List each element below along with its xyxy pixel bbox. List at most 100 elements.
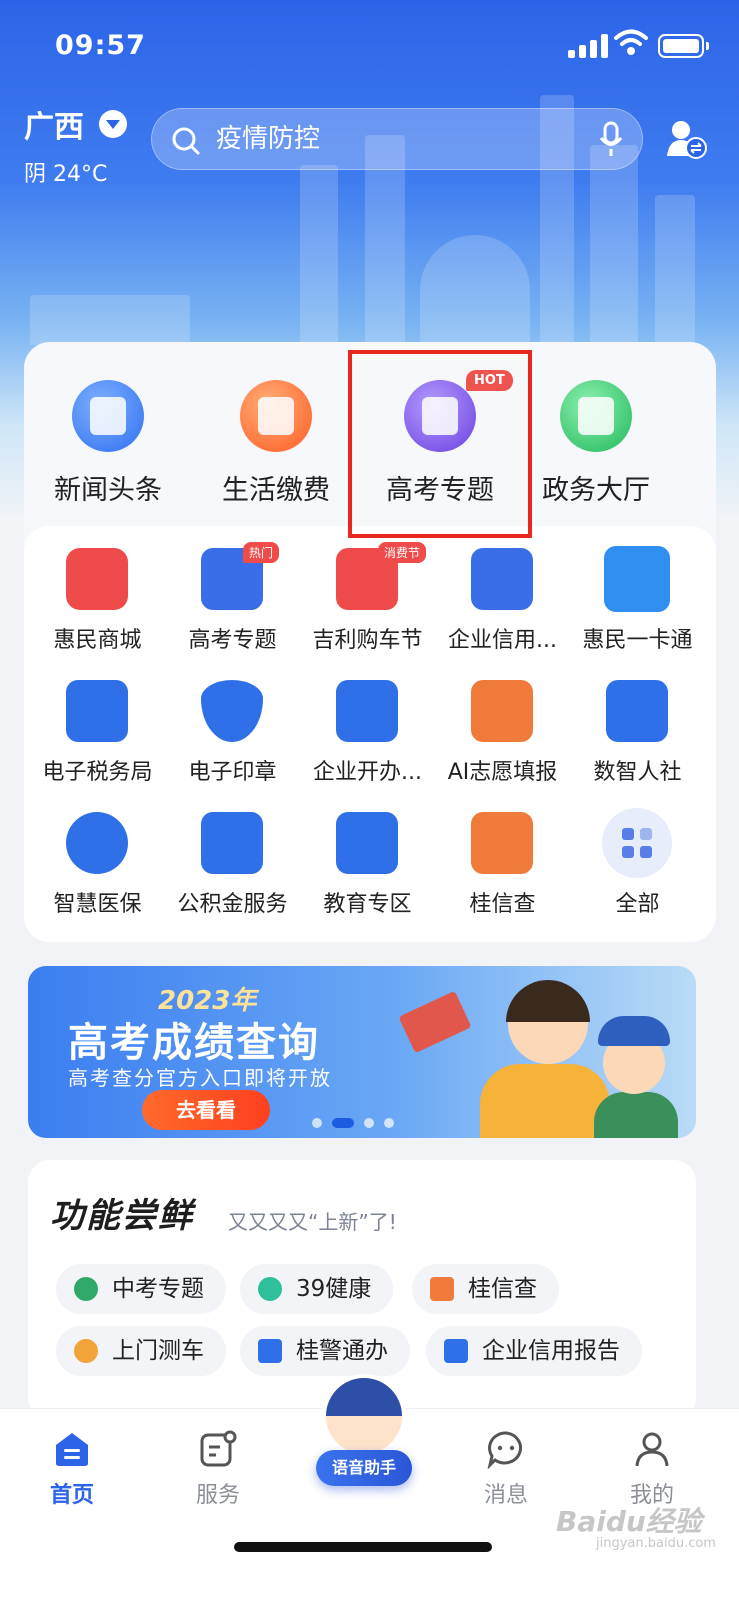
- zhongkao-icon: [74, 1277, 98, 1301]
- top-service-government[interactable]: 政务大厅: [516, 342, 676, 522]
- tab-label: 消息: [483, 1483, 528, 1508]
- education-cap-icon: [336, 812, 398, 874]
- credit-check-icon: [471, 812, 533, 874]
- assistant-avatar: [322, 1374, 406, 1458]
- grid-item-e-seal[interactable]: 电子印章: [165, 658, 300, 788]
- grid-item-housing-fund[interactable]: 公积金服务: [165, 790, 300, 920]
- grid-item-label: 电子印章: [188, 760, 277, 785]
- grid-item-label: 企业开办...: [313, 760, 422, 785]
- voice-assistant[interactable]: 语音助手: [314, 1374, 414, 1494]
- grid-item-label: 惠民一卡通: [582, 628, 693, 653]
- location-selector[interactable]: 广西 阴 24°C: [24, 102, 128, 188]
- car-test-icon: [74, 1339, 98, 1363]
- credit-report-icon: [444, 1339, 468, 1363]
- top-service-news[interactable]: 新闻头条: [28, 342, 188, 522]
- chip-label: 桂信查: [468, 1276, 537, 1302]
- grid-item-shuzhi-renshe[interactable]: 数智人社: [570, 658, 705, 788]
- grid-item-gaokao[interactable]: 热门 高考专题: [165, 526, 300, 656]
- watermark-brand: Baidu经验: [556, 1505, 702, 1538]
- grid-item-label: 惠民商城: [53, 628, 142, 653]
- bill-icon: [240, 380, 312, 452]
- book-illustration: [398, 990, 472, 1054]
- grid-item-huimin-card[interactable]: 惠民一卡通: [570, 526, 705, 656]
- status-time: 09:57: [55, 30, 146, 61]
- grid-item-label: 电子税务局: [42, 760, 153, 785]
- wheat-heart-icon: [604, 546, 670, 612]
- chip-car-test[interactable]: 上门测车: [56, 1326, 226, 1376]
- heart-hands-icon: [66, 812, 128, 874]
- news-icon: [72, 380, 144, 452]
- grid-item-enterprise-credit[interactable]: 企业信用...: [435, 526, 570, 656]
- search-input[interactable]: [216, 119, 576, 159]
- grid-item-e-tax[interactable]: 电子税务局: [30, 658, 165, 788]
- chip-label: 39健康: [296, 1276, 372, 1302]
- chip-label: 桂警通办: [296, 1338, 388, 1364]
- grid-item-guixincha[interactable]: 桂信查: [435, 790, 570, 920]
- message-icon: [487, 1431, 522, 1469]
- switch-user-icon[interactable]: [665, 118, 707, 160]
- guangxi-social-icon: [606, 680, 668, 742]
- grid-item-ai-volunteer[interactable]: AI志愿填报: [435, 658, 570, 788]
- grid-item-label: 智慧医保: [53, 892, 142, 917]
- chevron-down-icon: [99, 110, 128, 138]
- chip-guixincha[interactable]: 桂信查: [412, 1264, 559, 1314]
- features-subtitle: 又又又又“上新”了!: [228, 1210, 397, 1234]
- chip-39-health[interactable]: 39健康: [240, 1264, 394, 1314]
- watermark-url: jingyan.baidu.com: [596, 1536, 716, 1551]
- chip-label: 企业信用报告: [482, 1338, 620, 1364]
- business-open-icon: [336, 680, 398, 742]
- grid-item-label: 公积金服务: [177, 892, 288, 917]
- tab-services[interactable]: 服务: [158, 1419, 278, 1519]
- services-icon: [200, 1430, 237, 1467]
- tab-home[interactable]: 首页: [12, 1419, 132, 1519]
- signal-icon: [568, 34, 610, 58]
- grid-item-all[interactable]: 全部: [570, 790, 705, 920]
- banner-go-button[interactable]: 去看看: [142, 1090, 270, 1130]
- grid-item-label: 高考专题: [188, 628, 277, 653]
- grid-item-huimin-mall[interactable]: 惠民商城: [30, 526, 165, 656]
- top-service-label: 生活缴费: [222, 475, 330, 506]
- child-illustration: [594, 1092, 678, 1138]
- student-illustration: [480, 1064, 610, 1138]
- chip-police[interactable]: 桂警通办: [240, 1326, 410, 1376]
- grid-item-label: 数智人社: [593, 760, 682, 785]
- hot-badge: 热门: [243, 542, 280, 563]
- chip-zhongkao[interactable]: 中考专题: [56, 1264, 226, 1314]
- features-title: 功能尝鲜: [50, 1196, 194, 1236]
- grid-item-label: AI志愿填报: [447, 760, 558, 785]
- credit-check-icon: [430, 1277, 454, 1301]
- health-heart-icon: [258, 1277, 282, 1301]
- grid-item-geely-car[interactable]: 消费节 吉利购车节: [300, 526, 435, 656]
- banner-pagination: [312, 1112, 404, 1131]
- chip-label: 中考专题: [112, 1276, 204, 1302]
- all-apps-icon: [602, 808, 672, 878]
- chip-label: 上门测车: [112, 1338, 204, 1364]
- top-service-label: 政务大厅: [542, 475, 650, 506]
- housing-fund-icon: [201, 812, 263, 874]
- tab-messages[interactable]: 消息: [446, 1419, 566, 1519]
- home-indicator[interactable]: [234, 1542, 492, 1552]
- weather-text: 阴 24°C: [24, 162, 108, 187]
- voice-assistant-button[interactable]: 语音助手: [316, 1450, 412, 1486]
- services-grid: 惠民商城 热门 高考专题 消费节 吉利购车节 企业信用... 惠民一卡通 电子税…: [24, 526, 716, 942]
- grid-item-education[interactable]: 教育专区: [300, 790, 435, 920]
- banner-subtitle: 高考查分官方入口即将开放: [68, 1066, 332, 1090]
- grid-item-label: 全部: [615, 892, 660, 917]
- location-name: 广西: [24, 110, 84, 145]
- wifi-icon: [614, 29, 648, 55]
- government-hall-icon: [560, 380, 632, 452]
- grid-item-label: 桂信查: [469, 892, 536, 917]
- search-icon: [172, 127, 200, 155]
- grid-item-business-open[interactable]: 企业开办...: [300, 658, 435, 788]
- gaokao-banner[interactable]: 2023年 高考成绩查询 高考查分官方入口即将开放 去看看: [28, 966, 696, 1138]
- top-service-bill[interactable]: 生活缴费: [196, 342, 356, 522]
- search-bar[interactable]: [151, 108, 643, 170]
- grid-item-label: 企业信用...: [448, 628, 557, 653]
- chip-credit-report[interactable]: 企业信用报告: [426, 1326, 642, 1376]
- microphone-icon[interactable]: [598, 121, 624, 159]
- user-icon: [635, 1432, 669, 1467]
- credit-doc-icon: [471, 548, 533, 610]
- grid-item-medical-insurance[interactable]: 智慧医保: [30, 790, 165, 920]
- top-service-label: 新闻头条: [54, 475, 162, 506]
- banner-title: 高考成绩查询: [68, 1020, 320, 1066]
